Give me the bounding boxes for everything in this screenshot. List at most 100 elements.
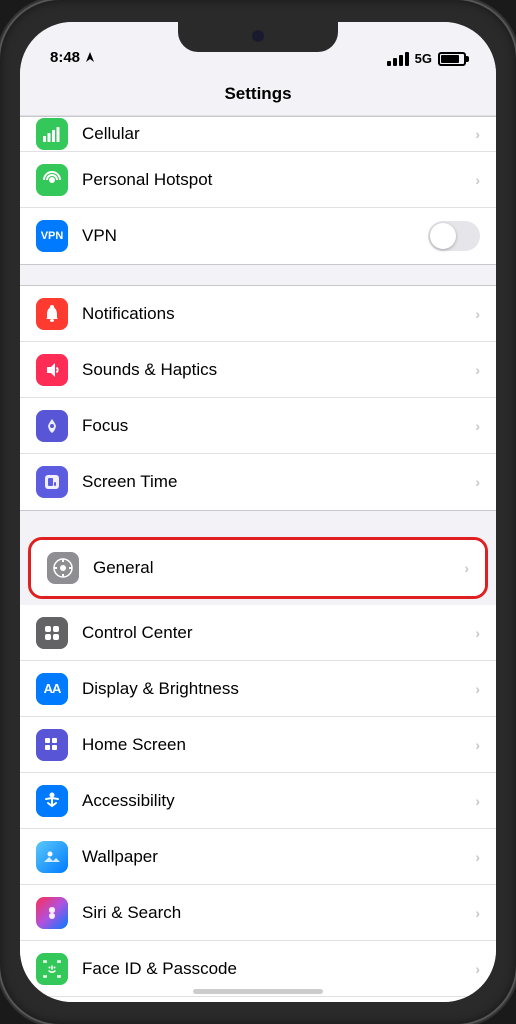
control-center-icon (36, 617, 68, 649)
siri-label: Siri & Search (82, 903, 475, 923)
vpn-text: VPN (41, 230, 64, 242)
face-id-svg (41, 958, 63, 980)
siri-icon (36, 897, 68, 929)
home-screen-icon (36, 729, 68, 761)
home-screen-label: Home Screen (82, 735, 475, 755)
vpn-toggle-thumb (430, 223, 456, 249)
display-section: Control Center › AA Display & Brightness… (20, 605, 496, 1002)
accessibility-chevron: › (475, 793, 480, 809)
face-id-label: Face ID & Passcode (82, 959, 475, 979)
home-screen-svg (41, 734, 63, 756)
phone-frame: 8:48 5G Settings (0, 0, 516, 1024)
vpn-icon: VPN (36, 220, 68, 252)
vpn-toggle[interactable] (428, 221, 480, 251)
face-id-icon (36, 953, 68, 985)
notifications-section: Notifications › Sounds & Haptics › (20, 285, 496, 511)
accessibility-item[interactable]: Accessibility › (20, 773, 496, 829)
status-bar: 8:48 5G (20, 22, 496, 72)
accessibility-svg (41, 790, 63, 812)
network-section-items: Cellular › Personal Hotspot (20, 116, 496, 265)
page-header: Settings (20, 72, 496, 116)
focus-svg (41, 415, 63, 437)
display-section-items: Control Center › AA Display & Brightness… (20, 605, 496, 1002)
time-display: 8:48 (50, 49, 80, 66)
control-center-label: Control Center (82, 623, 475, 643)
hotspot-svg (41, 169, 63, 191)
home-screen-chevron: › (475, 737, 480, 753)
general-highlighted-wrapper: General › (20, 531, 496, 605)
signal-strength (387, 52, 409, 66)
display-label: Display & Brightness (82, 679, 475, 699)
general-label: General (93, 558, 464, 578)
network-section: Cellular › Personal Hotspot (20, 116, 496, 265)
settings-content[interactable]: Cellular › Personal Hotspot (20, 116, 496, 1002)
cellular-svg (42, 124, 62, 144)
camera (252, 30, 264, 42)
notifications-chevron: › (475, 306, 480, 322)
cellular-chevron: › (475, 126, 480, 142)
battery-fill (441, 55, 459, 63)
vpn-item[interactable]: VPN VPN (20, 208, 496, 264)
general-chevron: › (464, 560, 469, 576)
focus-label: Focus (82, 416, 475, 436)
notifications-svg (41, 303, 63, 325)
wallpaper-chevron: › (475, 849, 480, 865)
screen-time-label: Screen Time (82, 472, 475, 492)
focus-chevron: › (475, 418, 480, 434)
display-chevron: › (475, 681, 480, 697)
notifications-item[interactable]: Notifications › (20, 286, 496, 342)
control-center-svg (41, 622, 63, 644)
siri-svg (41, 902, 63, 924)
sounds-label: Sounds & Haptics (82, 360, 475, 380)
sounds-chevron: › (475, 362, 480, 378)
cellular-item[interactable]: Cellular › (20, 117, 496, 152)
screen-time-svg (41, 471, 63, 493)
emergency-sos-item[interactable]: SOS Emergency SOS › (20, 997, 496, 1002)
cellular-label: Cellular (82, 124, 475, 144)
siri-item[interactable]: Siri & Search › (20, 885, 496, 941)
wallpaper-icon (36, 841, 68, 873)
vpn-toggle-container (428, 221, 480, 251)
display-brightness-item[interactable]: AA Display & Brightness › (20, 661, 496, 717)
location-icon (84, 52, 96, 64)
face-id-chevron: › (475, 961, 480, 977)
general-highlight-border: General › (28, 537, 488, 599)
siri-chevron: › (475, 905, 480, 921)
accessibility-icon (36, 785, 68, 817)
home-indicator (193, 989, 323, 994)
wallpaper-label: Wallpaper (82, 847, 475, 867)
sounds-item[interactable]: Sounds & Haptics › (20, 342, 496, 398)
notch (178, 22, 338, 52)
screen-time-icon (36, 466, 68, 498)
screen-time-chevron: › (475, 474, 480, 490)
notifications-icon (36, 298, 68, 330)
general-icon (47, 552, 79, 584)
sounds-icon (36, 354, 68, 386)
focus-item[interactable]: Focus › (20, 398, 496, 454)
personal-hotspot-item[interactable]: Personal Hotspot › (20, 152, 496, 208)
hotspot-chevron: › (475, 172, 480, 188)
display-icon: AA (36, 673, 68, 705)
battery-indicator (438, 52, 466, 66)
notifications-label: Notifications (82, 304, 475, 324)
wallpaper-svg (41, 846, 63, 868)
screen-time-item[interactable]: Screen Time › (20, 454, 496, 510)
phone-screen: 8:48 5G Settings (20, 22, 496, 1002)
page-title: Settings (224, 84, 291, 104)
status-icons: 5G (387, 51, 466, 66)
general-item[interactable]: General › (31, 540, 485, 596)
focus-icon (36, 410, 68, 442)
notifications-section-items: Notifications › Sounds & Haptics › (20, 285, 496, 511)
control-center-item[interactable]: Control Center › (20, 605, 496, 661)
network-type: 5G (415, 51, 432, 66)
sounds-svg (41, 359, 63, 381)
control-center-chevron: › (475, 625, 480, 641)
wallpaper-item[interactable]: Wallpaper › (20, 829, 496, 885)
home-screen-item[interactable]: Home Screen › (20, 717, 496, 773)
status-time: 8:48 (50, 49, 96, 66)
hotspot-icon (36, 164, 68, 196)
cellular-icon (36, 118, 68, 150)
display-text: AA (44, 681, 61, 696)
hotspot-label: Personal Hotspot (82, 170, 475, 190)
general-svg (52, 557, 74, 579)
